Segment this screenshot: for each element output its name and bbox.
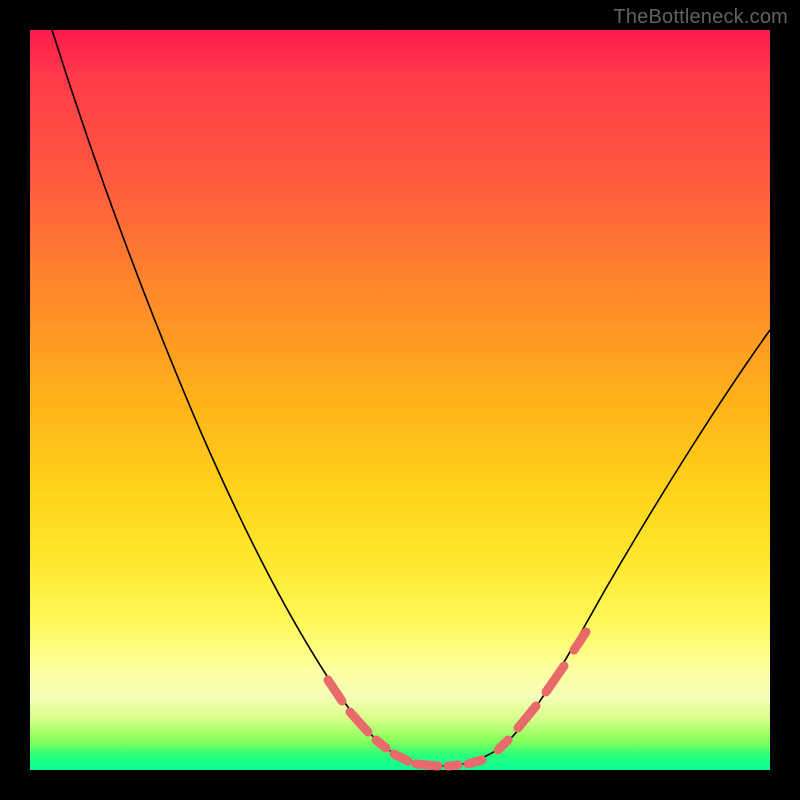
- valley-floor-dashes: [416, 760, 482, 766]
- bottleneck-curve: [52, 30, 770, 766]
- plot-area: [30, 30, 770, 770]
- outer-frame: TheBottleneck.com: [0, 0, 800, 800]
- left-descent-dashes: [328, 680, 408, 761]
- attribution-text: TheBottleneck.com: [613, 6, 788, 29]
- right-ascent-dashes: [498, 632, 586, 750]
- curve-svg: [30, 30, 770, 770]
